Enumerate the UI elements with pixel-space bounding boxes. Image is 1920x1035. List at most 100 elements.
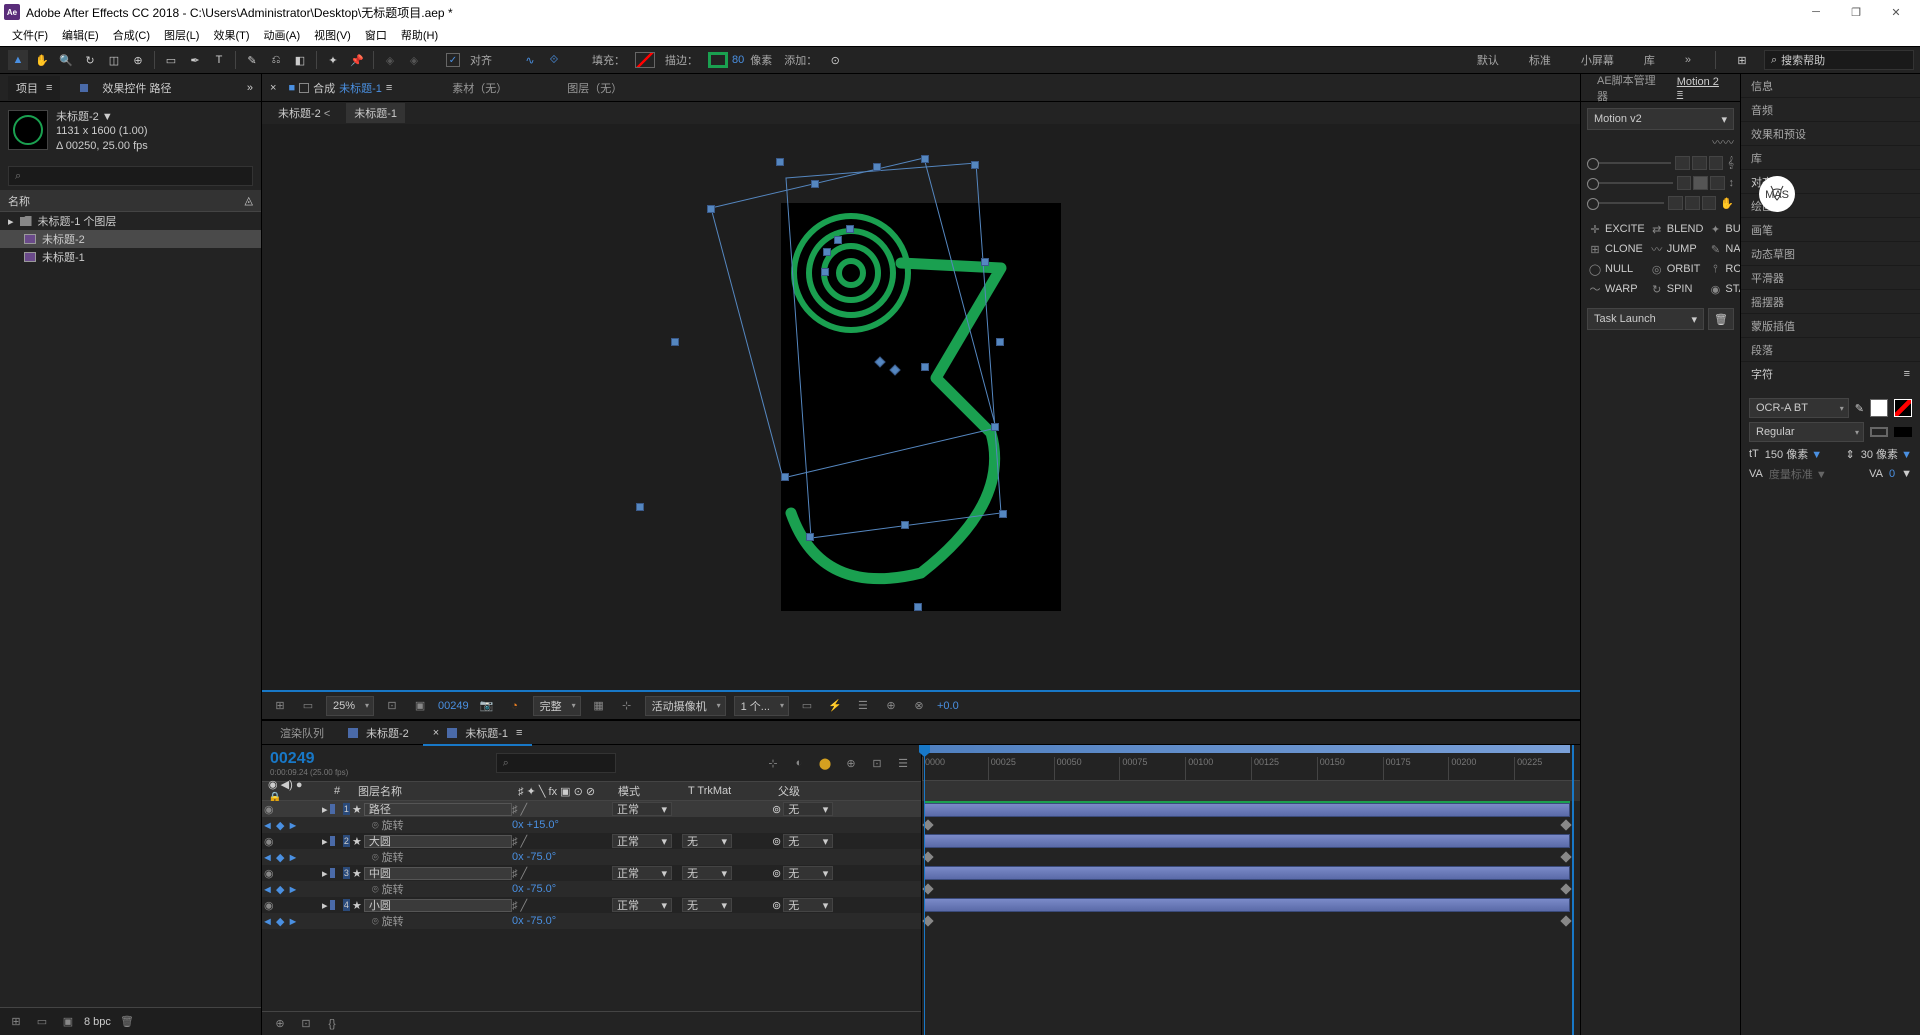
pixel-aspect-icon[interactable]: ▭ [797, 696, 817, 716]
new-comp-icon[interactable]: ▭ [32, 1012, 52, 1032]
timeline-track-prop[interactable] [922, 849, 1580, 865]
kerning-value[interactable]: 度量标准 ▼ [1769, 466, 1827, 482]
zoom-dropdown[interactable]: 25% [326, 696, 374, 716]
handle[interactable] [707, 205, 715, 213]
tl-tool-icon[interactable]: ◐ [789, 753, 809, 773]
close-button[interactable]: ✕ [1876, 0, 1916, 24]
tl-toggle-icon[interactable]: ⊡ [296, 1014, 316, 1034]
bezier-icon[interactable]: ∿ [520, 50, 540, 70]
ruler-tick[interactable]: 00200 [1448, 757, 1514, 781]
guides-icon[interactable]: ⊹ [617, 696, 637, 716]
puppet-tool-icon[interactable]: 📌 [347, 50, 367, 70]
tl-tool-icon[interactable]: ⊡ [867, 753, 887, 773]
timeline-track[interactable] [922, 865, 1580, 881]
ruler-tick[interactable]: 00150 [1317, 757, 1383, 781]
layer-search-input[interactable] [496, 753, 616, 773]
stroke-swatch[interactable] [708, 52, 728, 68]
fill-color[interactable] [1870, 399, 1888, 417]
exposure-value[interactable]: +0.0 [937, 700, 959, 712]
timeline-track-prop[interactable] [922, 913, 1580, 929]
work-area-end[interactable] [1572, 745, 1574, 1035]
flowchart-icon[interactable]: ⊕ [881, 696, 901, 716]
sub-tab[interactable]: 未标题-2 < [270, 103, 338, 123]
motion2-action-excite[interactable]: ✛EXCITE [1587, 220, 1647, 238]
zoom-tool-icon[interactable]: 🔍 [56, 50, 76, 70]
handle[interactable] [671, 338, 679, 346]
menu-file[interactable]: 文件(F) [6, 25, 54, 45]
handle[interactable] [996, 338, 1004, 346]
sub-tab[interactable]: 未标题-1 [346, 103, 405, 123]
resolution-icon[interactable]: ⊡ [382, 696, 402, 716]
hand-icon[interactable]: ✋ [1720, 197, 1734, 210]
menu-view[interactable]: 视图(V) [308, 25, 357, 45]
reset-exposure-icon[interactable]: ⊗ [909, 696, 929, 716]
region-icon[interactable]: ⊞ [270, 696, 290, 716]
motion2-action-orbit[interactable]: ◎ORBIT [1649, 260, 1706, 278]
handle[interactable] [821, 268, 829, 276]
handle[interactable] [636, 503, 644, 511]
tl-tool-icon[interactable]: ⬤ [815, 753, 835, 773]
font-style-dropdown[interactable]: Regular [1749, 422, 1864, 442]
list-item[interactable]: ▸ 未标题-1 个图层 [0, 212, 261, 230]
frame-display[interactable]: 00249 [438, 700, 469, 712]
motion2-slider[interactable] [1587, 162, 1671, 164]
anchor-bc[interactable] [1685, 196, 1700, 210]
snap-checkbox[interactable] [446, 53, 460, 67]
panel-info[interactable]: 信息 [1741, 74, 1920, 98]
layer-property-row[interactable]: ◄ ◆ ►⌾ 旋转0x +15.0° [262, 817, 921, 833]
pen-tool-icon[interactable]: ✒ [185, 50, 205, 70]
timeline-track[interactable] [922, 801, 1580, 817]
project-tab[interactable]: 项目≡ [8, 76, 60, 100]
layer-row[interactable]: ◉▸ 3★ 中圆♯ ╱正常 ▾无▾⊚ 无▾ [262, 865, 921, 881]
timeline-tracks[interactable] [922, 801, 1580, 929]
stroke-width[interactable]: 80 [732, 54, 744, 66]
project-search-input[interactable] [8, 166, 253, 186]
anchor-tl[interactable] [1675, 156, 1690, 170]
viewer-tab-comp[interactable]: ■ 合成 未标题-1 ≡ [280, 76, 400, 100]
eraser-tool-icon[interactable]: ◧ [290, 50, 310, 70]
orbit-tool-icon[interactable]: ↻ [80, 50, 100, 70]
panel-paragraph[interactable]: 段落 [1741, 338, 1920, 362]
motion2-action-clone[interactable]: ⊞CLONE [1587, 240, 1647, 258]
anchor-bl[interactable] [1668, 196, 1683, 210]
task-launch-select[interactable]: Task Launch▾ [1587, 308, 1704, 330]
minimize-button[interactable]: ─ [1796, 0, 1836, 24]
clone-tool-icon[interactable]: ⎌ [266, 50, 286, 70]
tl-tab[interactable]: 未标题-2 [338, 721, 419, 745]
help-search[interactable]: ⌕ 搜索帮助 [1764, 50, 1914, 70]
tl-tool-icon[interactable]: ☰ [893, 753, 913, 773]
pan-behind-tool-icon[interactable]: ⊕ [128, 50, 148, 70]
camera-tool-icon[interactable]: ◫ [104, 50, 124, 70]
new-folder-icon[interactable]: ▣ [58, 1012, 78, 1032]
workspace-more[interactable]: » [1675, 50, 1701, 70]
handle[interactable] [776, 158, 784, 166]
show-snapshot-icon[interactable]: ◔ [505, 696, 525, 716]
bpc-label[interactable]: 8 bpc [84, 1016, 111, 1028]
workspace-default[interactable]: 默认 [1467, 48, 1509, 72]
panel-close-icon[interactable]: » [247, 82, 253, 94]
handle[interactable] [873, 163, 881, 171]
ruler-tick[interactable]: 00075 [1119, 757, 1185, 781]
anchor-tr[interactable] [1709, 156, 1724, 170]
rectangle-tool-icon[interactable]: ▭ [161, 50, 181, 70]
motion2-action-jump[interactable]: 〰JUMP [1649, 240, 1706, 258]
handle[interactable] [921, 363, 929, 371]
grid-icon[interactable]: ▦ [589, 696, 609, 716]
task-delete-icon[interactable]: 🗑 [1708, 308, 1734, 330]
viewport[interactable] [262, 124, 1580, 692]
timeline-track-prop[interactable] [922, 881, 1580, 897]
col-options-icon[interactable]: ◬ [245, 194, 253, 207]
maximize-button[interactable]: ❐ [1836, 0, 1876, 24]
text-tool-icon[interactable]: T [209, 50, 229, 70]
anchor-tc[interactable] [1692, 156, 1707, 170]
layer-property-row[interactable]: ◄ ◆ ►⌾ 旋转0x -75.0° [262, 849, 921, 865]
views-dropdown[interactable]: 1 个... [734, 696, 789, 716]
ruler-tick[interactable]: 00100 [1185, 757, 1251, 781]
panel-audio[interactable]: 音频 [1741, 98, 1920, 122]
tl-tab[interactable]: ×未标题-1≡ [423, 721, 533, 745]
panel-wiggler[interactable]: 摇摆器 [1741, 290, 1920, 314]
composition-canvas[interactable] [781, 203, 1061, 611]
menu-animation[interactable]: 动画(A) [258, 25, 307, 45]
default-colors-icon[interactable] [1894, 427, 1912, 437]
link-icon[interactable]: 𝄞 [1727, 157, 1734, 170]
